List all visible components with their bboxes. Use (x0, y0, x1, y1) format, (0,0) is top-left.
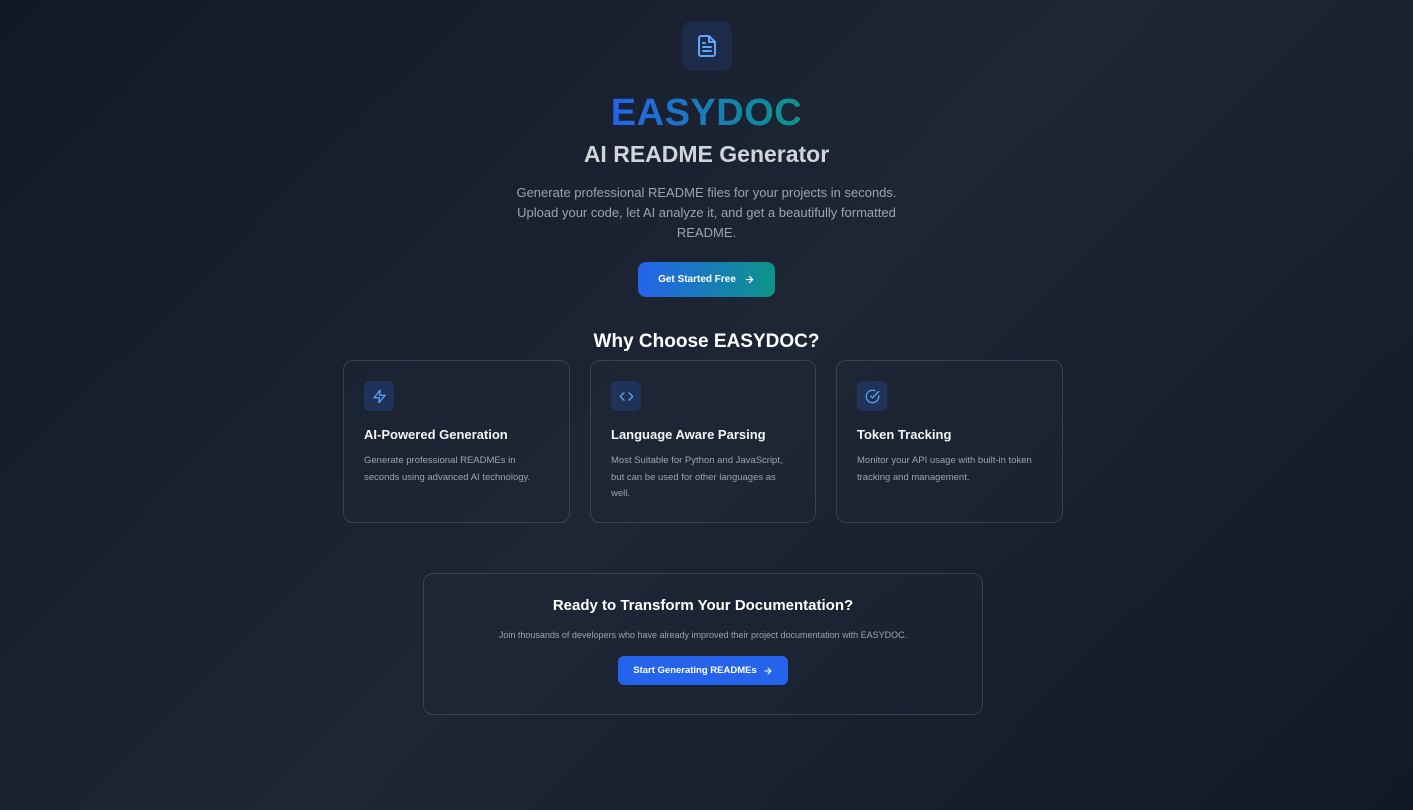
zap-icon (372, 389, 387, 404)
file-text-icon (695, 34, 719, 58)
page-subtitle: AI README Generator (583, 141, 830, 167)
feature-title: Token Tracking (857, 427, 952, 442)
feature-icon-box (611, 381, 641, 411)
code-icon (619, 389, 634, 404)
cta-panel-title: Ready to Transform Your Documentation? (552, 597, 854, 614)
hero-section: EASYDOC AI README Generator Generate pro… (0, 0, 1413, 354)
feature-card-ai-generation: AI-Powered Generation Generate professio… (343, 360, 570, 523)
get-started-button[interactable]: Get Started Free (638, 262, 775, 297)
features-grid: AI-Powered Generation Generate professio… (343, 360, 1063, 523)
feature-description: Generate professional READMEs in seconds… (364, 455, 531, 483)
logo-badge (681, 21, 732, 71)
feature-title: Language Aware Parsing (611, 427, 766, 442)
feature-icon-box (364, 381, 394, 411)
cta-panel-description: Join thousands of developers who have al… (498, 630, 908, 640)
cta-panel: Ready to Transform Your Documentation? J… (423, 573, 983, 715)
features-heading: Why Choose EASYDOC? (593, 331, 820, 352)
arrow-right-icon (763, 666, 773, 676)
brand-title: EASYDOC (610, 92, 803, 134)
hero-description: Generate professional README files for y… (516, 185, 897, 240)
start-generating-button[interactable]: Start Generating READMEs (618, 656, 788, 685)
arrow-right-icon (744, 274, 755, 285)
feature-description: Monitor your API usage with built-in tok… (857, 455, 1032, 483)
feature-description: Most Suitable for Python and JavaScript,… (611, 455, 783, 499)
feature-icon-box (857, 381, 887, 411)
check-circle-icon (865, 389, 880, 404)
feature-title: AI-Powered Generation (364, 427, 508, 442)
feature-card-language-parsing: Language Aware Parsing Most Suitable for… (590, 360, 816, 523)
get-started-label: Get Started Free (658, 274, 736, 285)
start-generating-label: Start Generating READMEs (633, 665, 757, 676)
feature-card-token-tracking: Token Tracking Monitor your API usage wi… (836, 360, 1063, 523)
